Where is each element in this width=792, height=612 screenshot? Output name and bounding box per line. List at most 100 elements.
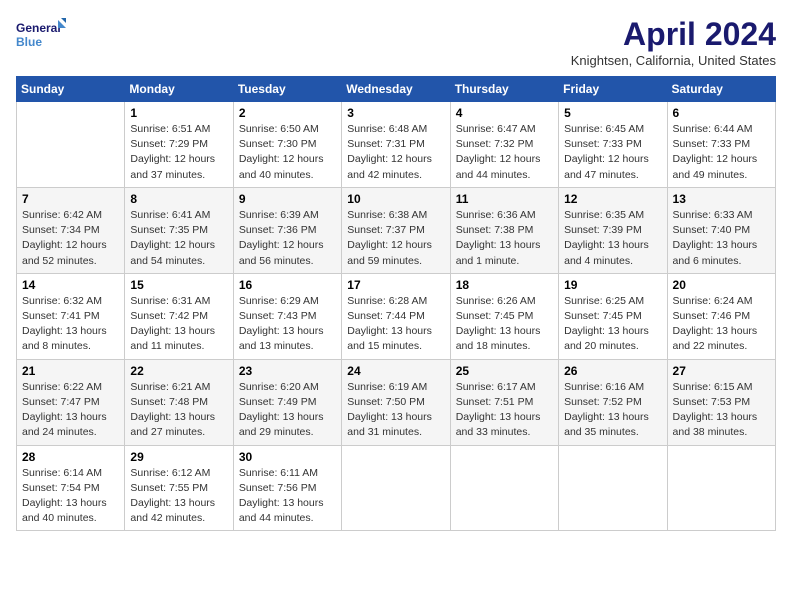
day-info: Sunrise: 6:16 AMSunset: 7:52 PMDaylight:… [564, 380, 661, 441]
day-number: 27 [673, 364, 770, 378]
day-number: 10 [347, 192, 444, 206]
day-info: Sunrise: 6:22 AMSunset: 7:47 PMDaylight:… [22, 380, 119, 441]
day-info: Sunrise: 6:26 AMSunset: 7:45 PMDaylight:… [456, 294, 553, 355]
day-cell: 10 Sunrise: 6:38 AMSunset: 7:37 PMDayligh… [342, 187, 450, 273]
day-number: 21 [22, 364, 119, 378]
day-number: 7 [22, 192, 119, 206]
day-info: Sunrise: 6:15 AMSunset: 7:53 PMDaylight:… [673, 380, 770, 441]
day-cell [667, 445, 775, 531]
header-day-friday: Friday [559, 77, 667, 102]
day-cell [342, 445, 450, 531]
day-number: 17 [347, 278, 444, 292]
day-info: Sunrise: 6:14 AMSunset: 7:54 PMDaylight:… [22, 466, 119, 527]
day-number: 3 [347, 106, 444, 120]
day-info: Sunrise: 6:44 AMSunset: 7:33 PMDaylight:… [673, 122, 770, 183]
day-number: 19 [564, 278, 661, 292]
day-number: 12 [564, 192, 661, 206]
day-cell: 22 Sunrise: 6:21 AMSunset: 7:48 PMDayligh… [125, 359, 233, 445]
day-cell: 27 Sunrise: 6:15 AMSunset: 7:53 PMDayligh… [667, 359, 775, 445]
day-number: 11 [456, 192, 553, 206]
day-cell: 8Sunrise: 6:41 AMSunset: 7:35 PMDaylight… [125, 187, 233, 273]
day-info: Sunrise: 6:12 AMSunset: 7:55 PMDaylight:… [130, 466, 227, 527]
logo-svg: General Blue [16, 16, 66, 58]
day-number: 6 [673, 106, 770, 120]
day-number: 25 [456, 364, 553, 378]
day-info: Sunrise: 6:20 AMSunset: 7:49 PMDaylight:… [239, 380, 336, 441]
day-number: 22 [130, 364, 227, 378]
day-info: Sunrise: 6:17 AMSunset: 7:51 PMDaylight:… [456, 380, 553, 441]
day-number: 20 [673, 278, 770, 292]
day-info: Sunrise: 6:42 AMSunset: 7:34 PMDaylight:… [22, 208, 119, 269]
day-info: Sunrise: 6:32 AMSunset: 7:41 PMDaylight:… [22, 294, 119, 355]
day-cell: 23 Sunrise: 6:20 AMSunset: 7:49 PMDayligh… [233, 359, 341, 445]
day-info: Sunrise: 6:39 AMSunset: 7:36 PMDaylight:… [239, 208, 336, 269]
logo: General Blue [16, 16, 66, 58]
day-cell: 24Sunrise: 6:19 AMSunset: 7:50 PMDayligh… [342, 359, 450, 445]
day-number: 18 [456, 278, 553, 292]
day-number: 30 [239, 450, 336, 464]
day-number: 9 [239, 192, 336, 206]
day-cell: 7 Sunrise: 6:42 AMSunset: 7:34 PMDaylight… [17, 187, 125, 273]
day-number: 5 [564, 106, 661, 120]
page-header: General Blue April 2024 Knightsen, Calif… [16, 16, 776, 68]
day-number: 28 [22, 450, 119, 464]
day-cell: 5 Sunrise: 6:45 AMSunset: 7:33 PMDaylight… [559, 102, 667, 188]
day-cell: 3 Sunrise: 6:48 AMSunset: 7:31 PMDaylight… [342, 102, 450, 188]
day-number: 15 [130, 278, 227, 292]
week-row-2: 7 Sunrise: 6:42 AMSunset: 7:34 PMDaylight… [17, 187, 776, 273]
day-cell: 20Sunrise: 6:24 AMSunset: 7:46 PMDayligh… [667, 273, 775, 359]
day-info: Sunrise: 6:45 AMSunset: 7:33 PMDaylight:… [564, 122, 661, 183]
day-info: Sunrise: 6:21 AMSunset: 7:48 PMDaylight:… [130, 380, 227, 441]
day-number: 4 [456, 106, 553, 120]
header-row: SundayMondayTuesdayWednesdayThursdayFrid… [17, 77, 776, 102]
day-cell: 19 Sunrise: 6:25 AMSunset: 7:45 PMDayligh… [559, 273, 667, 359]
day-number: 24 [347, 364, 444, 378]
day-info: Sunrise: 6:28 AMSunset: 7:44 PMDaylight:… [347, 294, 444, 355]
week-row-1: 1Sunrise: 6:51 AMSunset: 7:29 PMDaylight… [17, 102, 776, 188]
day-cell: 14 Sunrise: 6:32 AMSunset: 7:41 PMDayligh… [17, 273, 125, 359]
day-info: Sunrise: 6:48 AMSunset: 7:31 PMDaylight:… [347, 122, 444, 183]
week-row-3: 14 Sunrise: 6:32 AMSunset: 7:41 PMDayligh… [17, 273, 776, 359]
day-info: Sunrise: 6:11 AMSunset: 7:56 PMDaylight:… [239, 466, 336, 527]
day-info: Sunrise: 6:36 AMSunset: 7:38 PMDaylight:… [456, 208, 553, 269]
day-number: 29 [130, 450, 227, 464]
day-info: Sunrise: 6:25 AMSunset: 7:45 PMDaylight:… [564, 294, 661, 355]
day-info: Sunrise: 6:35 AMSunset: 7:39 PMDaylight:… [564, 208, 661, 269]
header-day-sunday: Sunday [17, 77, 125, 102]
header-day-thursday: Thursday [450, 77, 558, 102]
day-info: Sunrise: 6:47 AMSunset: 7:32 PMDaylight:… [456, 122, 553, 183]
week-row-5: 28 Sunrise: 6:14 AMSunset: 7:54 PMDayligh… [17, 445, 776, 531]
day-cell: 30 Sunrise: 6:11 AMSunset: 7:56 PMDayligh… [233, 445, 341, 531]
day-cell: 2Sunrise: 6:50 AMSunset: 7:30 PMDaylight… [233, 102, 341, 188]
day-info: Sunrise: 6:33 AMSunset: 7:40 PMDaylight:… [673, 208, 770, 269]
day-cell [17, 102, 125, 188]
day-cell: 6 Sunrise: 6:44 AMSunset: 7:33 PMDaylight… [667, 102, 775, 188]
day-info: Sunrise: 6:38 AMSunset: 7:37 PMDaylight:… [347, 208, 444, 269]
week-row-4: 21 Sunrise: 6:22 AMSunset: 7:47 PMDayligh… [17, 359, 776, 445]
day-cell [559, 445, 667, 531]
day-info: Sunrise: 6:31 AMSunset: 7:42 PMDaylight:… [130, 294, 227, 355]
day-cell [450, 445, 558, 531]
svg-text:Blue: Blue [16, 35, 42, 49]
day-number: 26 [564, 364, 661, 378]
day-cell: 28 Sunrise: 6:14 AMSunset: 7:54 PMDayligh… [17, 445, 125, 531]
header-day-monday: Monday [125, 77, 233, 102]
day-number: 16 [239, 278, 336, 292]
day-number: 8 [130, 192, 227, 206]
day-cell: 16 Sunrise: 6:29 AMSunset: 7:43 PMDayligh… [233, 273, 341, 359]
svg-text:General: General [16, 21, 61, 35]
day-cell: 26 Sunrise: 6:16 AMSunset: 7:52 PMDayligh… [559, 359, 667, 445]
day-cell: 11 Sunrise: 6:36 AMSunset: 7:38 PMDayligh… [450, 187, 558, 273]
day-number: 13 [673, 192, 770, 206]
day-number: 2 [239, 106, 336, 120]
day-cell: 12 Sunrise: 6:35 AMSunset: 7:39 PMDayligh… [559, 187, 667, 273]
day-cell: 25 Sunrise: 6:17 AMSunset: 7:51 PMDayligh… [450, 359, 558, 445]
day-cell: 18 Sunrise: 6:26 AMSunset: 7:45 PMDayligh… [450, 273, 558, 359]
header-day-wednesday: Wednesday [342, 77, 450, 102]
day-cell: 13 Sunrise: 6:33 AMSunset: 7:40 PMDayligh… [667, 187, 775, 273]
day-number: 14 [22, 278, 119, 292]
header-day-tuesday: Tuesday [233, 77, 341, 102]
day-number: 23 [239, 364, 336, 378]
day-info: Sunrise: 6:29 AMSunset: 7:43 PMDaylight:… [239, 294, 336, 355]
day-cell: 15 Sunrise: 6:31 AMSunset: 7:42 PMDayligh… [125, 273, 233, 359]
